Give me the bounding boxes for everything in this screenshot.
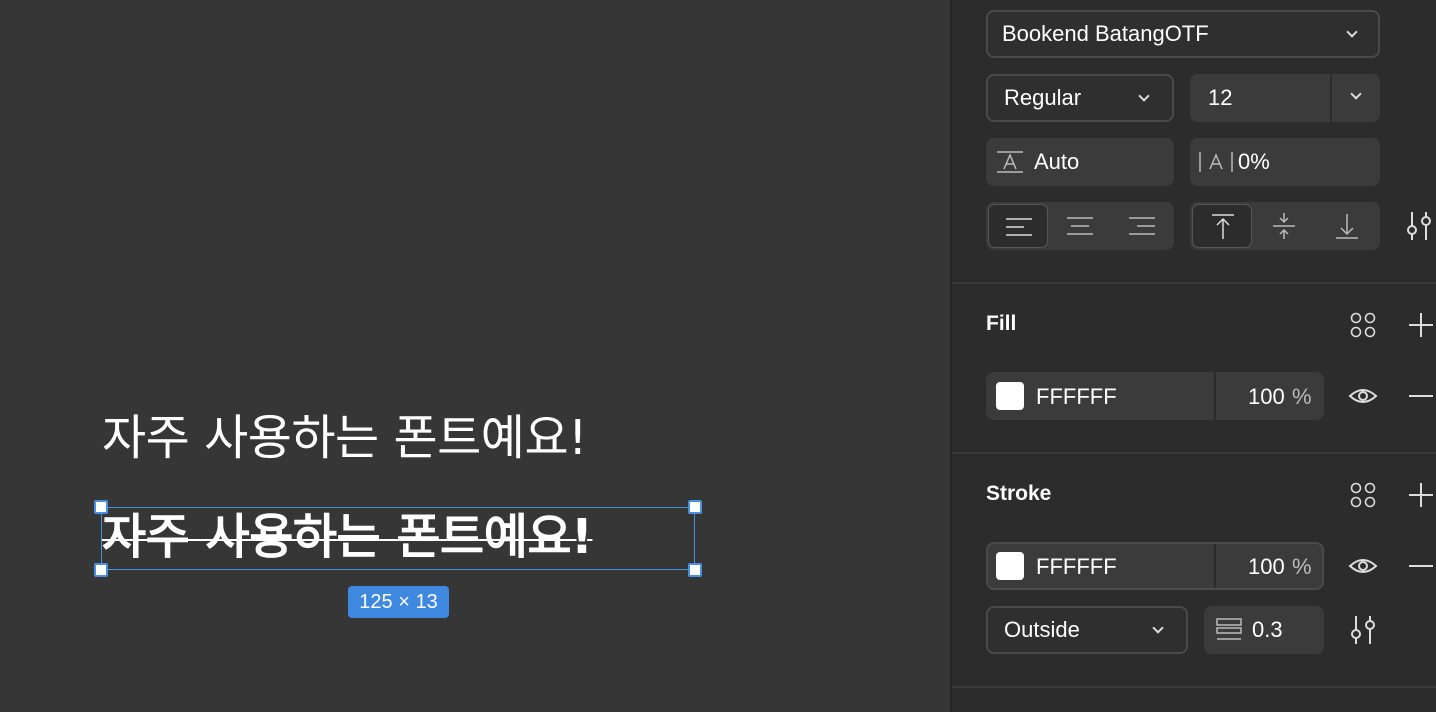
font-family-select[interactable]: Bookend BatangOTF bbox=[986, 10, 1380, 58]
resize-handle-top-left[interactable] bbox=[94, 500, 108, 514]
stroke-weight-input[interactable]: 0.3 bbox=[1204, 606, 1324, 654]
resize-handle-top-right[interactable] bbox=[688, 500, 702, 514]
field-divider bbox=[1330, 74, 1332, 122]
stroke-weight-icon bbox=[1216, 618, 1242, 640]
align-right-icon bbox=[1129, 217, 1155, 235]
font-size-input[interactable]: 12 bbox=[1190, 74, 1380, 122]
stroke-position-select[interactable]: Outside bbox=[986, 606, 1188, 654]
fill-row: FFFFFF 100 % bbox=[986, 372, 1324, 420]
font-size-value: 12 bbox=[1208, 85, 1233, 110]
stroke-opacity-value[interactable]: 100 bbox=[1248, 554, 1285, 580]
dimension-badge: 125 × 13 bbox=[348, 586, 449, 618]
remove-stroke-icon[interactable] bbox=[1408, 554, 1434, 578]
align-top-button[interactable] bbox=[1192, 204, 1252, 248]
styles-grid-icon[interactable] bbox=[1350, 482, 1376, 508]
align-middle-button[interactable] bbox=[1254, 204, 1314, 248]
align-top-icon bbox=[1212, 214, 1234, 239]
align-center-button[interactable] bbox=[1050, 204, 1110, 248]
letter-spacing-input[interactable]: 0% bbox=[1190, 138, 1380, 186]
section-divider bbox=[952, 686, 1436, 688]
stroke-settings-icon[interactable] bbox=[1348, 614, 1378, 646]
stroke-row: FFFFFF 100 % bbox=[986, 542, 1324, 590]
letter-spacing-icon bbox=[1199, 152, 1233, 172]
eye-icon[interactable] bbox=[1348, 384, 1378, 408]
selection-box[interactable] bbox=[101, 507, 695, 570]
stroke-opacity-unit: % bbox=[1292, 554, 1312, 579]
stroke-position-value: Outside bbox=[1004, 617, 1080, 642]
chevron-down-icon[interactable] bbox=[1350, 88, 1362, 100]
fill-section-title: Fill bbox=[986, 312, 1017, 335]
field-divider bbox=[1214, 544, 1216, 588]
letter-spacing-value: 0% bbox=[1238, 149, 1270, 174]
add-stroke-icon[interactable] bbox=[1408, 482, 1434, 508]
font-weight-select[interactable]: Regular bbox=[986, 74, 1174, 122]
resize-handle-bottom-left[interactable] bbox=[94, 563, 108, 577]
align-left-button[interactable] bbox=[988, 204, 1048, 248]
text-layer-plain[interactable]: 자주 사용하는 폰트예요! bbox=[102, 408, 587, 468]
align-left-icon bbox=[1006, 218, 1032, 236]
align-center-icon bbox=[1067, 217, 1093, 235]
chevron-down-icon bbox=[1152, 622, 1164, 634]
stroke-color-hex[interactable]: FFFFFF bbox=[1036, 554, 1117, 580]
section-divider bbox=[952, 282, 1436, 284]
fill-color-hex[interactable]: FFFFFF bbox=[1036, 384, 1117, 410]
remove-fill-icon[interactable] bbox=[1408, 384, 1434, 408]
font-weight-value: Regular bbox=[1004, 85, 1082, 110]
styles-grid-icon[interactable] bbox=[1350, 312, 1376, 338]
section-divider bbox=[952, 452, 1436, 454]
fill-opacity-unit: % bbox=[1292, 384, 1312, 409]
type-settings-icon[interactable] bbox=[1404, 210, 1434, 242]
stroke-section-title: Stroke bbox=[986, 482, 1052, 505]
line-height-icon bbox=[997, 151, 1023, 173]
line-height-input[interactable]: Auto bbox=[986, 138, 1174, 186]
chevron-down-icon bbox=[1138, 90, 1150, 102]
eye-icon[interactable] bbox=[1348, 554, 1378, 578]
text-align-group bbox=[986, 202, 1174, 250]
font-family-value: Bookend BatangOTF bbox=[1002, 21, 1209, 46]
resize-handle-bottom-right[interactable] bbox=[688, 563, 702, 577]
line-height-value: Auto bbox=[1034, 149, 1080, 174]
stroke-weight-value: 0.3 bbox=[1252, 617, 1283, 642]
field-divider bbox=[1214, 372, 1216, 420]
vertical-align-group bbox=[1190, 202, 1380, 250]
align-bottom-button[interactable] bbox=[1316, 204, 1378, 248]
design-canvas[interactable]: 자주 사용하는 폰트예요! 자주 사용하는 폰트예요! 125 × 13 bbox=[0, 0, 950, 712]
add-fill-icon[interactable] bbox=[1408, 312, 1434, 338]
fill-opacity-value[interactable]: 100 bbox=[1248, 384, 1285, 410]
properties-panel: Bookend BatangOTF Regular 12 Auto 0% Fil… bbox=[950, 0, 1436, 712]
align-right-button[interactable] bbox=[1112, 204, 1172, 248]
fill-color-swatch[interactable] bbox=[996, 382, 1024, 410]
stroke-color-swatch[interactable] bbox=[996, 552, 1024, 580]
align-bottom-icon bbox=[1336, 214, 1358, 239]
align-middle-icon bbox=[1273, 213, 1295, 239]
chevron-down-icon bbox=[1346, 26, 1358, 38]
